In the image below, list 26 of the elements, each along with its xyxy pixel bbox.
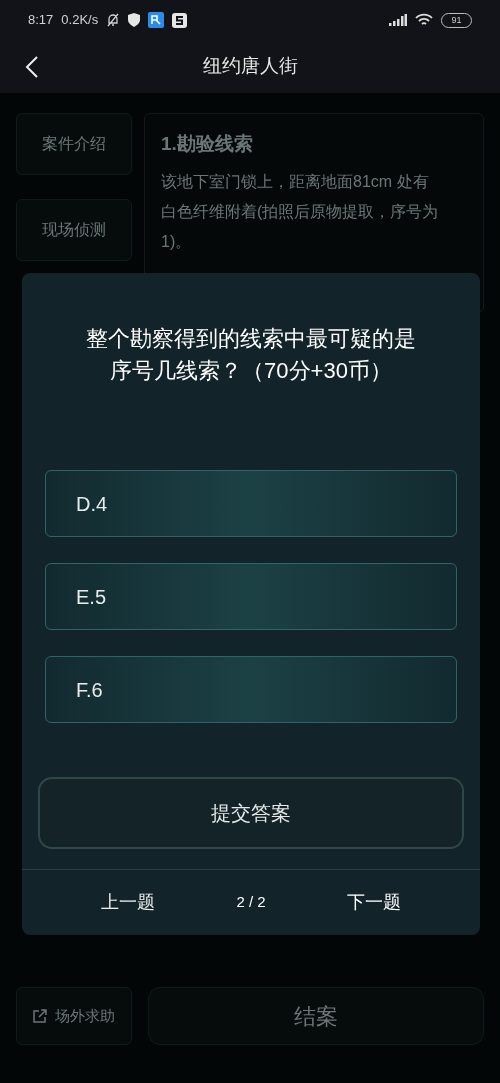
status-time: 8:17 <box>28 11 54 30</box>
answer-option[interactable]: E.5 <box>45 563 457 630</box>
question-text: 序号几线索？（70分+30币） <box>110 357 392 385</box>
back-icon <box>25 54 39 79</box>
page-title: 纽约唐人街 <box>202 54 298 79</box>
answer-option[interactable]: F.6 <box>45 656 457 723</box>
sidebar-tab[interactable]: 案件介绍 <box>16 113 132 175</box>
next-button[interactable]: 下一题 <box>268 889 480 916</box>
question-text: 整个勘察得到的线索中最可疑的是 <box>86 325 416 353</box>
app-square-icon <box>148 12 165 28</box>
close-case-button[interactable]: 结案 <box>148 987 484 1045</box>
wifi-icon <box>415 13 433 27</box>
answer-option[interactable]: D.4 <box>45 470 457 537</box>
submit-button[interactable]: 提交答案 <box>38 777 464 849</box>
help-button[interactable]: 场外求助 <box>16 987 132 1045</box>
previous-button[interactable]: 上一题 <box>22 889 234 916</box>
signal-icon <box>389 14 407 26</box>
shield-icon <box>128 13 141 27</box>
share-icon <box>33 1009 47 1023</box>
muted-bell-icon <box>106 13 121 27</box>
app-s-icon <box>172 12 188 28</box>
network-speed: 0.2K/s <box>61 11 99 30</box>
sidebar-tab[interactable]: 现场侦测 <box>16 199 132 261</box>
page-counter: 2 / 2 <box>235 892 267 913</box>
article-paragraph: 该地下室门锁上，距离地面81cm 处有白色纤维附着(拍照后原物提取，序号为1)。 <box>161 171 440 252</box>
article-heading: 1.勘验线索 <box>161 132 254 156</box>
